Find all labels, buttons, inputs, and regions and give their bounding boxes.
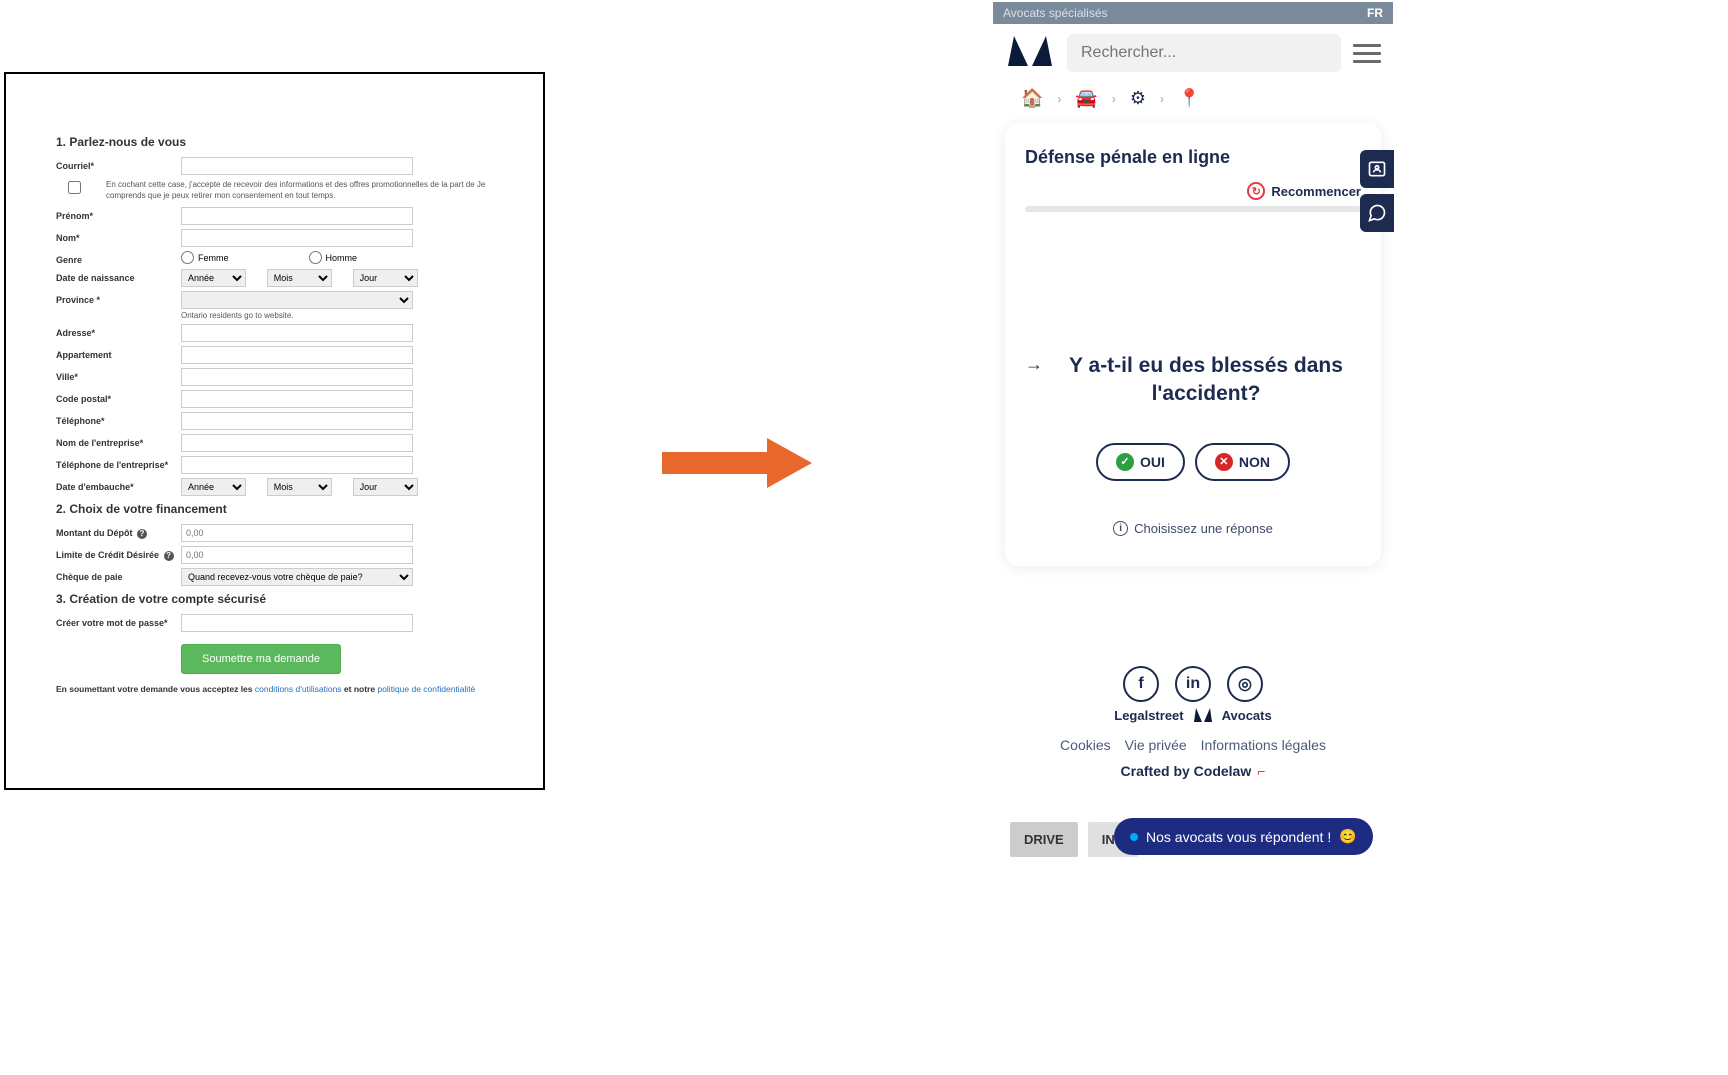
form-container: 1. Parlez-nous de vous Courriel* En coch… <box>4 72 545 790</box>
pin-icon[interactable]: 📍 <box>1178 88 1200 109</box>
section-2-title: 2. Choix de votre financement <box>56 502 493 516</box>
label-gender: Genre <box>56 251 181 265</box>
status-dot-icon <box>1130 833 1138 841</box>
info-icon: i <box>1113 521 1128 536</box>
submit-button[interactable]: Soumettre ma demande <box>181 644 341 674</box>
no-button[interactable]: ✕ NON <box>1195 443 1290 481</box>
emoji-icon: 😊 <box>1339 828 1356 845</box>
input-postal[interactable] <box>181 390 413 408</box>
input-lastname[interactable] <box>181 229 413 247</box>
label-apartment: Appartement <box>56 346 181 360</box>
label-paycheck: Chèque de paie <box>56 568 181 582</box>
logo-icon[interactable] <box>1005 36 1055 70</box>
label-province: Province * <box>56 291 181 305</box>
radio-female[interactable] <box>181 251 194 264</box>
label-address: Adresse* <box>56 324 181 338</box>
progress-bar <box>1025 206 1361 212</box>
label-lastname: Nom* <box>56 229 181 243</box>
select-paycheck[interactable]: Quand recevez-vous votre chèque de paie? <box>181 568 413 586</box>
select-hire-month[interactable]: Mois <box>267 478 332 496</box>
section-3-title: 3. Création de votre compte sécurisé <box>56 592 493 606</box>
select-dob-day[interactable]: Jour <box>353 269 418 287</box>
label-firstname: Prénom* <box>56 207 181 221</box>
arrow-right-icon: → <box>1025 354 1043 375</box>
app-container: Avocats spécialisés FR 🏠 › 🚘 › ⚙ › 📍 Déf… <box>993 2 1393 857</box>
arrow-icon <box>662 438 817 488</box>
linkedin-icon[interactable]: in <box>1175 666 1211 702</box>
privacy-link[interactable]: politique de confidentialité <box>377 684 475 694</box>
label-phone: Téléphone* <box>56 412 181 426</box>
label-postal: Code postal* <box>56 390 181 404</box>
input-company-phone[interactable] <box>181 456 413 474</box>
label-email: Courriel* <box>56 157 181 171</box>
choose-text: Choisissez une réponse <box>1134 521 1273 536</box>
info-icon[interactable]: ? <box>137 529 147 539</box>
chat-tab-icon[interactable] <box>1360 194 1394 232</box>
menu-icon[interactable] <box>1353 44 1381 63</box>
province-hint: Ontario residents go to website. <box>181 311 493 320</box>
consent-checkbox[interactable] <box>68 181 81 194</box>
codelaw-icon: ⌐ <box>1257 763 1265 779</box>
card-title: Défense pénale en ligne <box>1025 147 1361 168</box>
select-dob-month[interactable]: Mois <box>267 269 332 287</box>
restart-button[interactable]: Recommencer <box>1271 184 1361 199</box>
chat-bubble[interactable]: Nos avocats vous répondent ! 😊 <box>1114 818 1373 855</box>
label-dob: Date de naissance <box>56 269 181 283</box>
question-card: Défense pénale en ligne ↻ Recommencer → … <box>1005 123 1381 566</box>
input-city[interactable] <box>181 368 413 386</box>
contact-tab-icon[interactable] <box>1360 150 1394 188</box>
label-company-phone: Téléphone de l'entreprise* <box>56 456 181 470</box>
breadcrumb: 🏠 › 🚘 › ⚙ › 📍 <box>993 82 1393 123</box>
top-label: Avocats spécialisés <box>1003 6 1108 20</box>
input-address[interactable] <box>181 324 413 342</box>
question-text: Y a-t-il eu des blessés dans l'accident? <box>1051 352 1361 409</box>
restart-icon[interactable]: ↻ <box>1247 182 1265 200</box>
cross-icon: ✕ <box>1215 453 1233 471</box>
instagram-icon[interactable]: ◎ <box>1227 666 1263 702</box>
consent-line: En soumettant votre demande vous accepte… <box>56 684 493 694</box>
top-bar: Avocats spécialisés FR <box>993 2 1393 24</box>
label-deposit: Montant du Dépôt ? <box>56 524 181 539</box>
info-icon[interactable]: ? <box>164 551 174 561</box>
check-icon: ✓ <box>1116 453 1134 471</box>
label-password: Créer votre mot de passe* <box>56 614 181 628</box>
terms-link[interactable]: conditions d'utilisations <box>255 684 342 694</box>
drive-badge[interactable]: DRIVE <box>1010 822 1078 857</box>
lang-selector[interactable]: FR <box>1367 6 1383 20</box>
facebook-icon[interactable]: f <box>1123 666 1159 702</box>
select-province[interactable] <box>181 291 413 309</box>
gear-icon[interactable]: ⚙ <box>1130 88 1146 109</box>
brand-2: Avocats <box>1222 708 1272 723</box>
footer: f in ◎ Legalstreet Avocats Cookies Vie p… <box>993 666 1393 779</box>
section-1-title: 1. Parlez-nous de vous <box>56 135 493 149</box>
privacy-link[interactable]: Vie privée <box>1125 737 1187 753</box>
search-input[interactable] <box>1067 34 1341 72</box>
radio-male[interactable] <box>309 251 322 264</box>
select-dob-year[interactable]: Année <box>181 269 246 287</box>
label-credit: Limite de Crédit Désirée ? <box>56 546 181 561</box>
input-email[interactable] <box>181 157 413 175</box>
cookies-link[interactable]: Cookies <box>1060 737 1111 753</box>
brand-1: Legalstreet <box>1114 708 1183 723</box>
select-hire-year[interactable]: Année <box>181 478 246 496</box>
input-credit[interactable] <box>181 546 413 564</box>
select-hire-day[interactable]: Jour <box>353 478 418 496</box>
crafted-text: Crafted by Codelaw ⌐ <box>993 763 1393 779</box>
input-password[interactable] <box>181 614 413 632</box>
input-firstname[interactable] <box>181 207 413 225</box>
car-icon[interactable]: 🚘 <box>1075 88 1097 109</box>
legal-link[interactable]: Informations légales <box>1201 737 1326 753</box>
input-phone[interactable] <box>181 412 413 430</box>
yes-button[interactable]: ✓ OUI <box>1096 443 1185 481</box>
input-company[interactable] <box>181 434 413 452</box>
home-icon[interactable]: 🏠 <box>1021 88 1043 109</box>
consent-text: En cochant cette case, j'accepte de rece… <box>106 179 493 201</box>
input-apartment[interactable] <box>181 346 413 364</box>
label-city: Ville* <box>56 368 181 382</box>
input-deposit[interactable] <box>181 524 413 542</box>
label-hire-date: Date d'embauche* <box>56 478 181 492</box>
label-company: Nom de l'entreprise* <box>56 434 181 448</box>
mini-logo-icon <box>1194 708 1212 722</box>
